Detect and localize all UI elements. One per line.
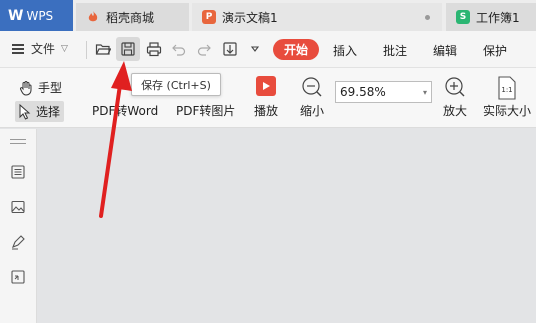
play-button[interactable]: 播放 (254, 76, 278, 119)
unsaved-dot-icon[interactable] (425, 15, 430, 20)
actual-size-label: 实际大小 (483, 104, 532, 118)
zoom-level-value: 69.58% (340, 85, 386, 99)
tab-insert[interactable]: 插入 (333, 42, 357, 59)
pdf-to-word-label: PDF转Word (92, 104, 159, 118)
file-menu-label: 文件 (31, 42, 56, 56)
actual-size-icon: 1:1 (498, 76, 516, 100)
zoom-out-icon (302, 77, 322, 97)
pdf-to-image-button[interactable]: PDF转图片 (176, 100, 235, 119)
play-label: 播放 (254, 104, 279, 118)
open-folder-icon[interactable] (91, 37, 115, 61)
spreadsheet-icon: S (456, 10, 470, 24)
actual-size-icon-text: 1:1 (501, 86, 512, 94)
select-tool-label: 选择 (36, 105, 61, 119)
zoom-in-button[interactable]: 放大 (443, 76, 467, 119)
chevron-down-icon: ▽ (61, 43, 68, 54)
annotation-icon[interactable] (8, 232, 28, 252)
tab-label: 工作簿1 (476, 10, 520, 25)
redo-icon[interactable] (192, 37, 216, 61)
tab-label: 稻壳商城 (106, 10, 155, 25)
pdf-to-word-button[interactable]: PDF转Word (92, 100, 158, 119)
tab-comment[interactable]: 批注 (383, 42, 407, 59)
sidebar-grip-icon[interactable] (10, 139, 26, 144)
pdf-to-image-label: PDF转图片 (176, 104, 236, 118)
tab-home[interactable]: 开始 (273, 39, 319, 60)
outline-icon[interactable] (8, 162, 28, 182)
hand-tool-label: 手型 (38, 81, 63, 95)
file-menu-button[interactable]: 文件 ▽ (12, 40, 68, 57)
chevron-down-icon: ▾ (422, 88, 427, 97)
zoom-in-label: 放大 (443, 104, 468, 118)
export-icon[interactable] (218, 37, 242, 61)
save-tooltip: 保存 (Ctrl+S) (131, 73, 221, 96)
undo-icon[interactable] (167, 37, 191, 61)
wps-logo: W (8, 7, 24, 24)
zoom-out-button[interactable]: 缩小 (300, 76, 324, 119)
wps-home-label: WPS (26, 8, 54, 23)
zoom-level-select[interactable]: 69.58% ▾ (335, 81, 432, 103)
tab-edit[interactable]: 编辑 (433, 42, 457, 59)
tab-daoke-store[interactable]: 稻壳商城 (76, 3, 189, 31)
ribbon-toolbar: 手型 选择 PDF转Word PDF转图片 播放 缩小 69.58% ▾ 放大 … (0, 68, 536, 128)
hand-icon (19, 80, 32, 96)
tab-workbook-1[interactable]: S 工作簿1 (446, 3, 536, 31)
play-icon (256, 76, 276, 96)
wps-home-tab[interactable]: W WPS (0, 0, 73, 31)
tab-protect[interactable]: 保护 (483, 42, 507, 59)
hand-tool-button[interactable]: 手型 (18, 79, 62, 96)
attachment-icon[interactable] (8, 267, 28, 287)
zoom-out-label: 缩小 (300, 104, 325, 118)
thumbnail-icon[interactable] (8, 197, 28, 217)
menu-bar: 文件 ▽ 开始 插入 批注 编辑 保护 (0, 31, 536, 68)
presentation-icon: P (202, 10, 216, 24)
actual-size-button[interactable]: 1:1 实际大小 (483, 76, 531, 119)
divider (86, 41, 87, 59)
tab-presentation-1[interactable]: P 演示文稿1 (192, 3, 442, 31)
cursor-icon (19, 103, 31, 120)
save-icon[interactable] (116, 37, 140, 61)
left-sidebar (0, 129, 37, 323)
print-icon[interactable] (142, 37, 166, 61)
daoke-flame-icon (86, 10, 100, 24)
document-canvas[interactable] (38, 129, 536, 323)
more-icon[interactable] (243, 37, 267, 61)
zoom-in-icon (445, 77, 465, 97)
title-tab-bar: W WPS 稻壳商城 P 演示文稿1 S 工作簿1 (0, 0, 536, 31)
select-tool-button[interactable]: 选择 (15, 101, 65, 122)
hamburger-icon (12, 43, 24, 54)
tab-label: 演示文稿1 (222, 10, 278, 25)
